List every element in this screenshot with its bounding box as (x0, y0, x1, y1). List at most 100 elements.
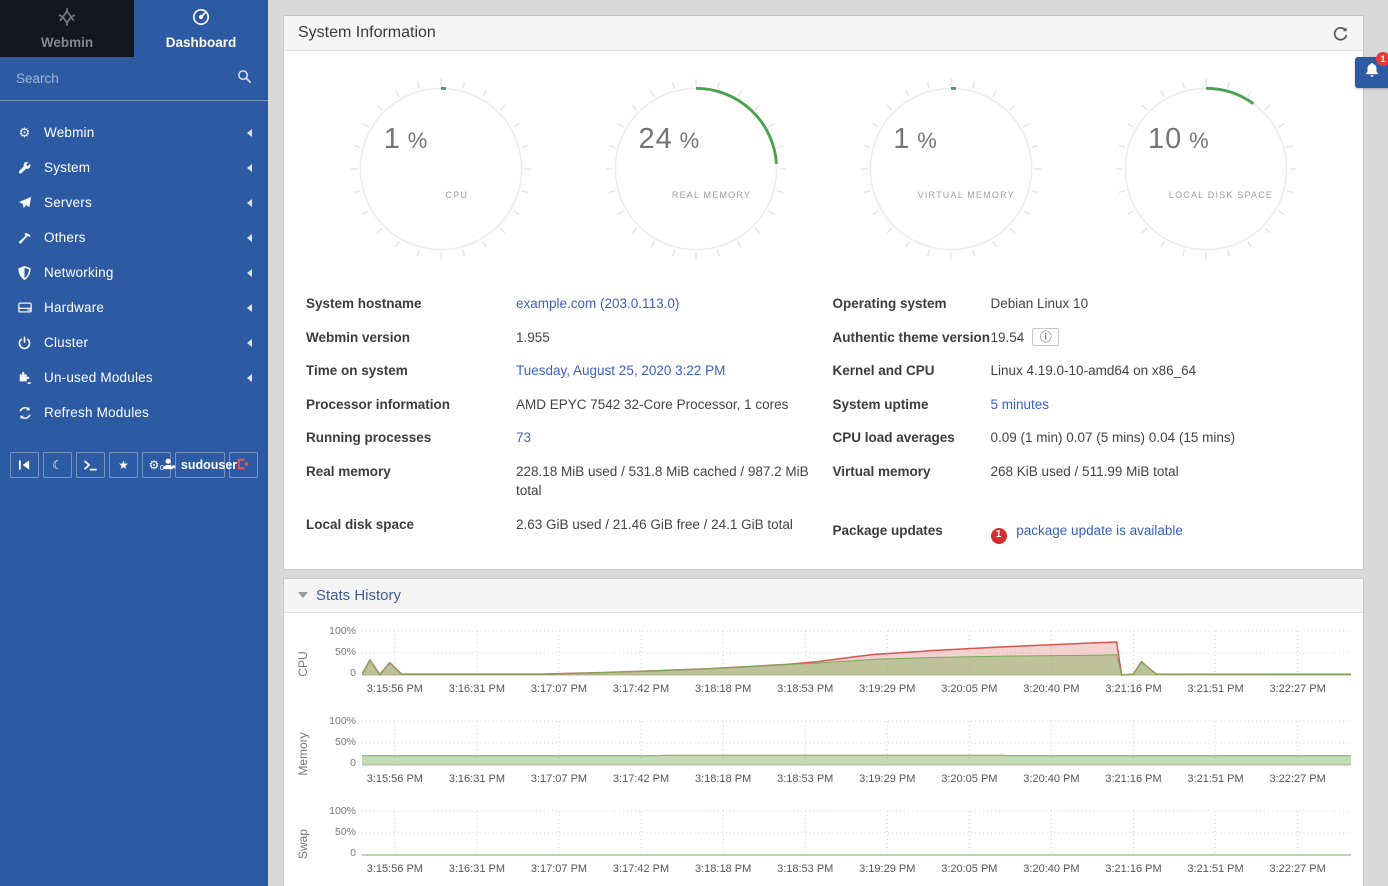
night-mode-button[interactable]: ☾ (43, 452, 72, 478)
collapse-sidebar-button[interactable] (10, 452, 39, 478)
sidebar-item-webmin[interactable]: ⚙ Webmin (0, 115, 268, 150)
gear-icon: ⚙ (16, 126, 33, 139)
swap-axis-label: Swap (296, 829, 310, 859)
tab-webmin-label: Webmin (41, 35, 93, 50)
caret-left-icon (247, 199, 252, 207)
x-tick-label: 3:21:51 PM (1187, 683, 1243, 695)
main-content: System Information 1 % CPU 24 % REAL MEM… (268, 0, 1388, 886)
info-row-load-averages: CPU load averages 0.09 (1 min) 0.07 (5 m… (833, 421, 1348, 455)
x-tick-label: 3:18:18 PM (695, 683, 751, 695)
sidebar-item-others[interactable]: Others (0, 220, 268, 255)
caret-left-icon (247, 374, 252, 382)
x-tick-label: 3:15:56 PM (367, 683, 423, 695)
swap-x-axis: 3:15:56 PM3:16:31 PM3:17:07 PM3:17:42 PM… (362, 863, 1351, 881)
cpu-axis-label: CPU (296, 651, 310, 676)
sidebar-item-networking[interactable]: Networking (0, 255, 268, 290)
x-tick-label: 3:19:29 PM (859, 863, 915, 875)
info-row-uptime: System uptime 5 minutes (833, 388, 1348, 422)
favorites-button[interactable]: ★ (109, 452, 138, 478)
sidebar-item-unused-modules[interactable]: Un-used Modules (0, 360, 268, 395)
logout-icon (237, 458, 250, 473)
cpu-x-axis: 3:15:56 PM3:16:31 PM3:17:07 PM3:17:42 PM… (362, 683, 1351, 701)
x-tick-label: 3:22:27 PM (1270, 683, 1326, 695)
x-tick-label: 3:15:56 PM (367, 863, 423, 875)
gauge-virtual-memory-label: VIRTUAL MEMORY (918, 190, 1015, 200)
search-icon[interactable] (237, 69, 252, 89)
sidebar-item-refresh-modules[interactable]: Refresh Modules (0, 395, 268, 430)
paper-plane-icon (16, 196, 33, 210)
x-tick-label: 3:21:51 PM (1187, 773, 1243, 785)
sidebar-item-system[interactable]: System (0, 150, 268, 185)
theme-info-button[interactable]: ⓘ (1032, 328, 1059, 346)
gauge-cpu-label: CPU (445, 190, 468, 200)
info-row-local-disk: Local disk space 2.63 GiB used / 21.46 G… (306, 508, 821, 542)
x-tick-label: 3:20:05 PM (941, 773, 997, 785)
webmin-logo-icon (57, 8, 77, 31)
info-row-os: Operating system Debian Linux 10 (833, 287, 1348, 321)
sidebar-item-servers[interactable]: Servers (0, 185, 268, 220)
caret-left-icon (247, 339, 252, 347)
info-row-virtual-memory: Virtual memory 268 KiB used / 511.99 MiB… (833, 455, 1348, 489)
stats-charts: CPU 100% 50% 0 3:15:56 PM3:16:31 PM3:17:… (284, 613, 1363, 886)
x-tick-label: 3:21:16 PM (1105, 683, 1161, 695)
star-icon: ★ (118, 459, 129, 471)
x-tick-label: 3:18:53 PM (777, 773, 833, 785)
tab-webmin[interactable]: Webmin (0, 0, 134, 57)
gauge-cpu: 1 % CPU (345, 73, 537, 265)
stats-history-panel: Stats History CPU 100% 50% 0 3:15:56 PM3… (283, 578, 1364, 886)
x-tick-label: 3:20:40 PM (1023, 863, 1079, 875)
power-icon (16, 336, 33, 350)
system-info-table: System hostname example.com (203.0.113.0… (284, 273, 1363, 569)
hammer-icon (16, 231, 33, 245)
x-tick-label: 3:22:27 PM (1270, 863, 1326, 875)
terminal-button[interactable] (76, 452, 105, 478)
puzzle-icon (16, 371, 33, 385)
dashboard-gauge-icon (192, 8, 210, 31)
notifications-button[interactable]: 1 (1355, 57, 1388, 88)
notification-count-badge: 1 (1376, 52, 1388, 66)
x-tick-label: 3:17:07 PM (531, 683, 587, 695)
uptime-link[interactable]: 5 minutes (991, 395, 1348, 415)
x-tick-label: 3:19:29 PM (859, 683, 915, 695)
gauge-local-disk-space: 10 % LOCAL DISK SPACE (1110, 73, 1302, 265)
search-input[interactable] (16, 71, 237, 86)
info-row-running-processes: Running processes 73 (306, 421, 821, 455)
hard-drive-icon (16, 301, 33, 314)
sidebar-item-cluster[interactable]: Cluster (0, 325, 268, 360)
stats-history-header[interactable]: Stats History (284, 579, 1363, 613)
gauge-real-memory: 24 % REAL MEMORY (600, 73, 792, 265)
caret-left-icon (247, 129, 252, 137)
x-tick-label: 3:16:31 PM (449, 683, 505, 695)
info-row-theme-version: Authentic theme version 19.54 ⓘ (833, 321, 1348, 355)
caret-left-icon (247, 164, 252, 172)
package-updates-link[interactable]: package update is available (1016, 523, 1183, 538)
x-tick-label: 3:17:42 PM (613, 773, 669, 785)
info-row-real-memory: Real memory 228.18 MiB used / 531.8 MiB … (306, 455, 821, 508)
memory-x-axis: 3:15:56 PM3:16:31 PM3:17:07 PM3:17:42 PM… (362, 773, 1351, 791)
system-information-header: System Information (284, 16, 1363, 51)
time-link[interactable]: Tuesday, August 25, 2020 3:22 PM (516, 361, 821, 381)
memory-chart: Memory 100% 50% 0 3:15:56 PM3:16:31 PM3:… (290, 717, 1351, 791)
sidebar-search (0, 57, 268, 101)
package-count-badge: 1 (991, 528, 1007, 544)
hostname-link[interactable]: example.com (203.0.113.0) (516, 294, 821, 314)
info-row-kernel: Kernel and CPU Linux 4.19.0-10-amd64 on … (833, 354, 1348, 388)
user-button[interactable]: sudouser (175, 452, 225, 478)
refresh-icon[interactable] (1332, 25, 1349, 42)
x-tick-label: 3:18:53 PM (777, 683, 833, 695)
tab-dashboard[interactable]: Dashboard (134, 0, 268, 57)
caret-left-icon (247, 234, 252, 242)
shield-icon (16, 266, 33, 280)
sidebar-item-hardware[interactable]: Hardware (0, 290, 268, 325)
sync-icon (16, 406, 33, 420)
gauges-row: 1 % CPU 24 % REAL MEMORY 1 % VIRTUAL MEM… (284, 51, 1363, 273)
gauge-local-disk-space-label: LOCAL DISK SPACE (1169, 190, 1273, 200)
processes-link[interactable]: 73 (516, 428, 821, 448)
caret-down-icon (298, 592, 308, 598)
cpu-chart: CPU 100% 50% 0 3:15:56 PM3:16:31 PM3:17:… (290, 627, 1351, 701)
x-tick-label: 3:18:18 PM (695, 773, 751, 785)
x-tick-label: 3:18:18 PM (695, 863, 751, 875)
logout-button[interactable] (229, 452, 258, 478)
wrench-icon (16, 161, 33, 175)
info-row-package-updates: Package updates 1 package update is avai… (833, 514, 1348, 548)
